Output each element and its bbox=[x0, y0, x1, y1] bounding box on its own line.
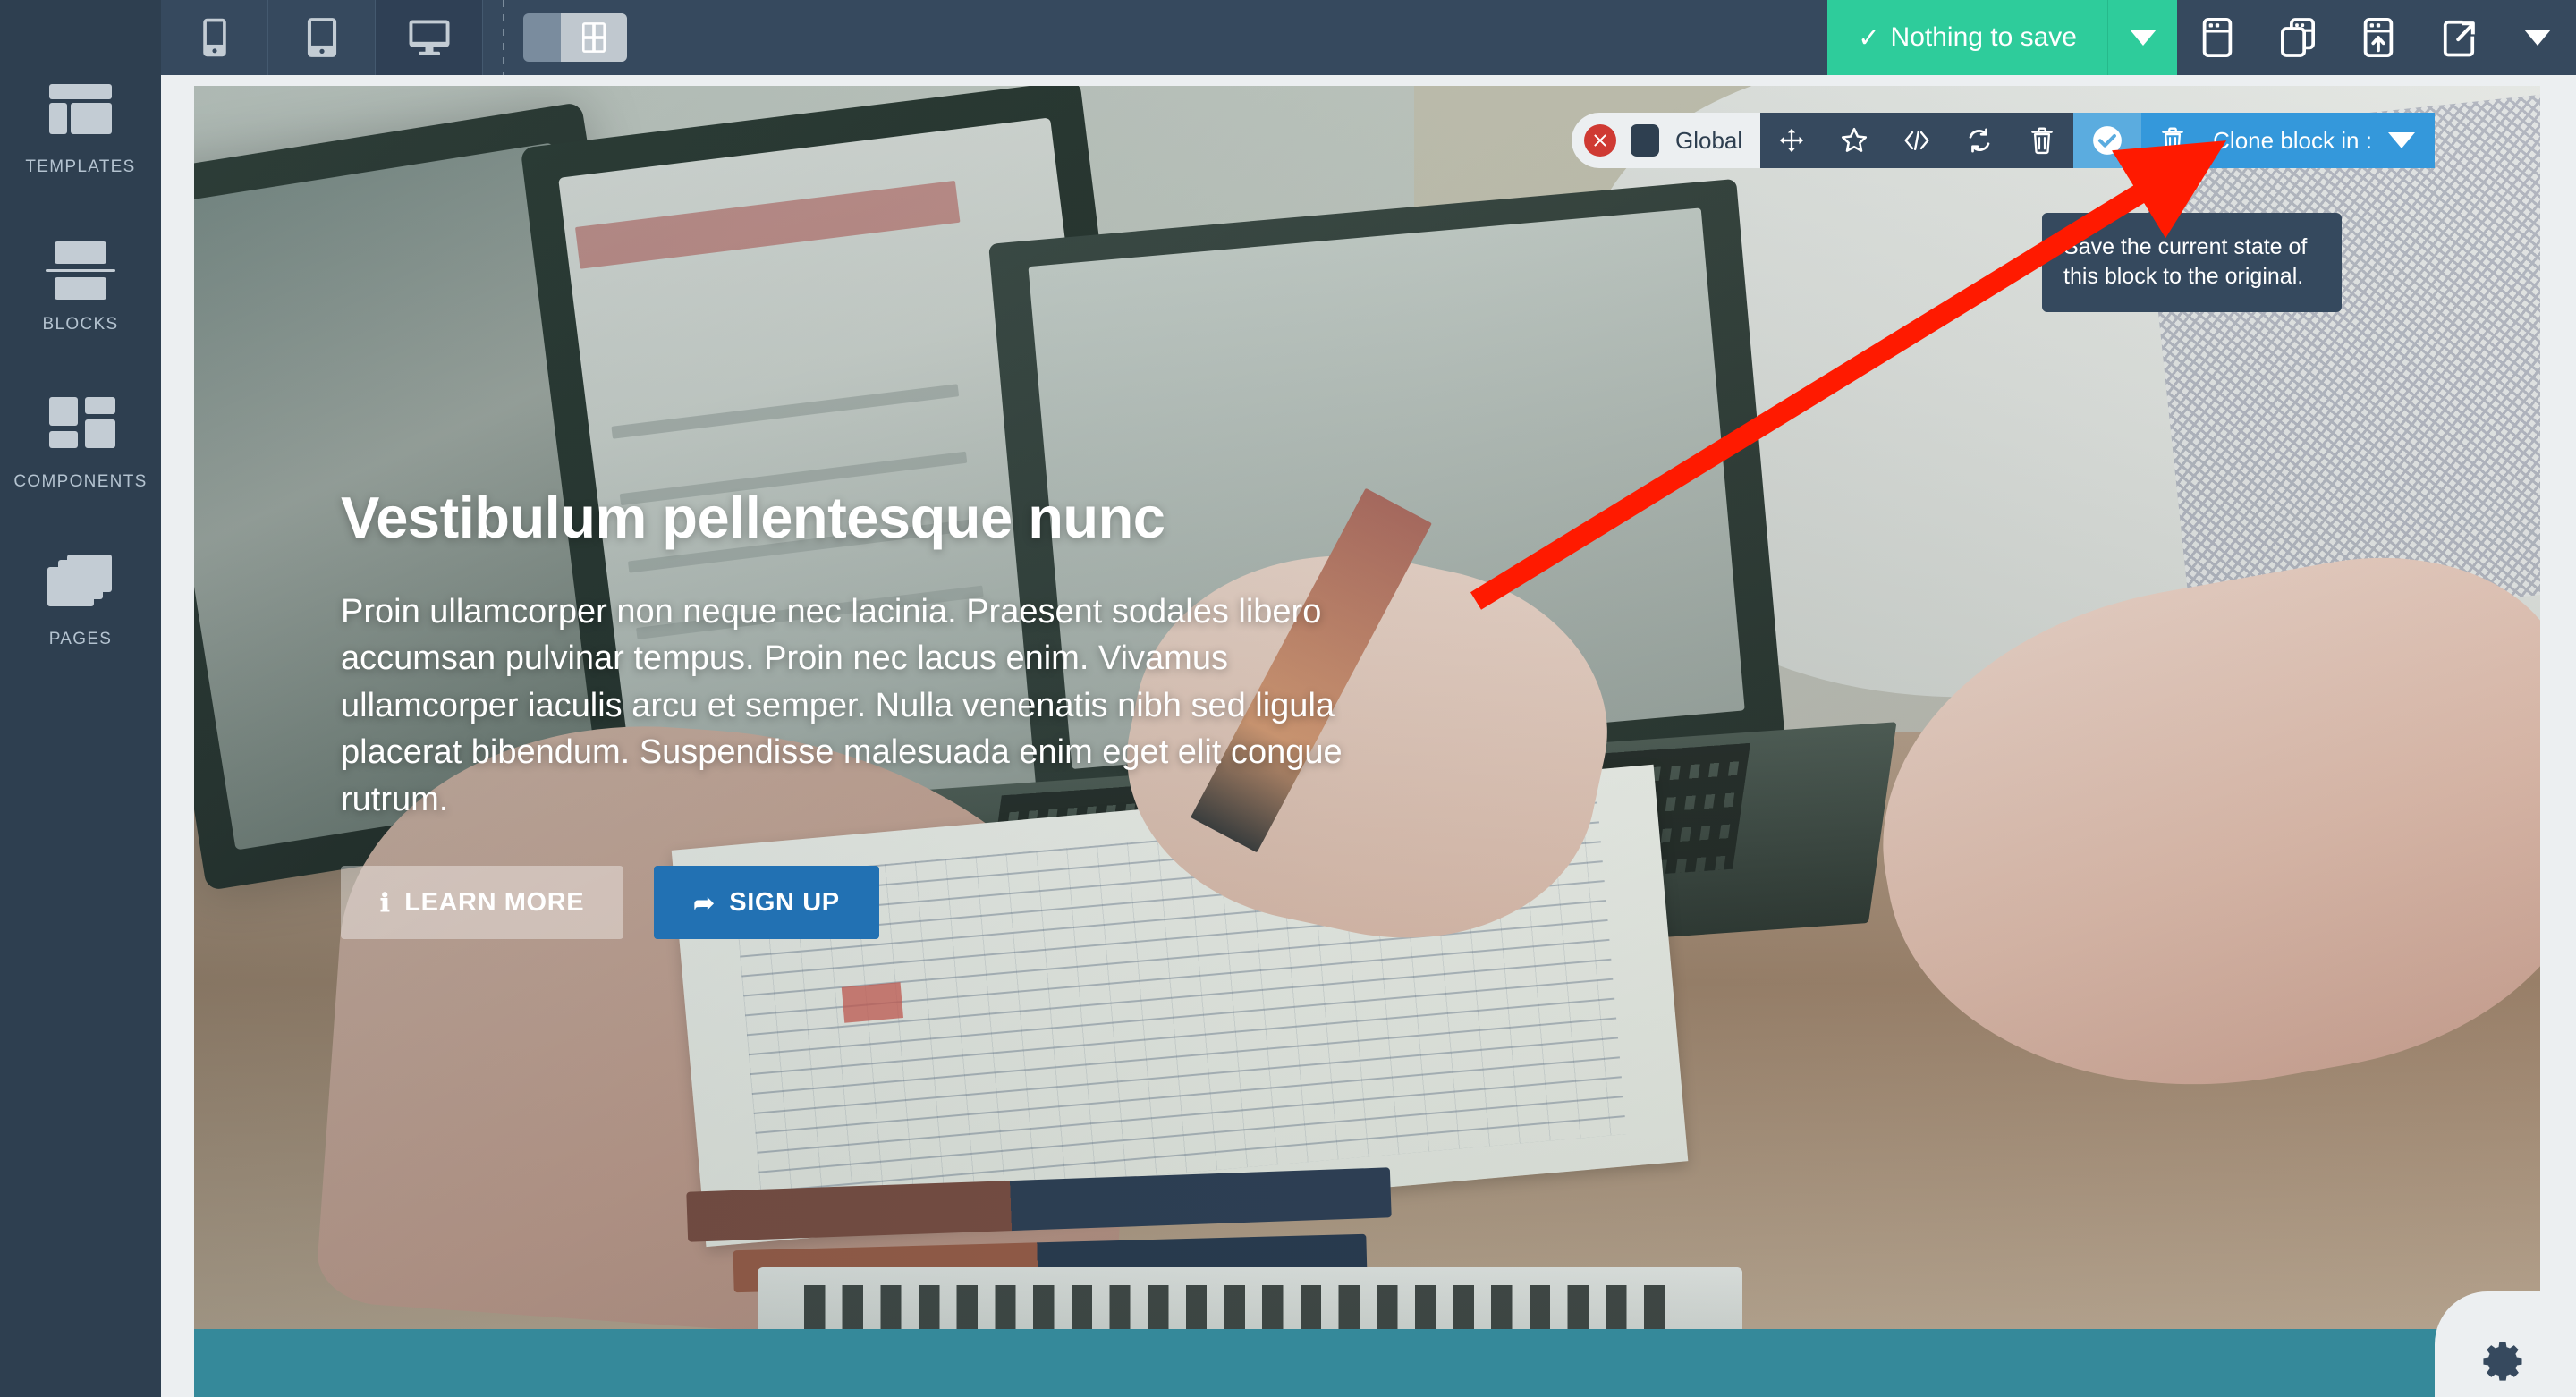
page-footer-band bbox=[194, 1329, 2540, 1397]
code-icon bbox=[1904, 130, 1929, 151]
block-toolbar: Global Clone block in: bbox=[1572, 113, 2435, 168]
sidebar-item-label: COMPONENTS bbox=[13, 472, 148, 491]
sidebar-item-label: BLOCKS bbox=[42, 315, 119, 334]
grid-toggle-off-half[interactable] bbox=[523, 13, 561, 62]
left-sidebar: TEMPLATES BLOCKS COMPONENTS PAGES bbox=[0, 0, 161, 1397]
info-icon: ℹ bbox=[380, 888, 391, 917]
save-status-button[interactable]: ✓ Nothing to save bbox=[1827, 0, 2107, 75]
duplicate-page-button[interactable] bbox=[2258, 0, 2338, 75]
app-root: TEMPLATES BLOCKS COMPONENTS PAGES ✓ Noth… bbox=[0, 0, 2576, 1397]
top-toolbar: ✓ Nothing to save bbox=[161, 0, 2576, 75]
new-page-icon bbox=[2202, 18, 2233, 57]
delete-block-button[interactable] bbox=[2011, 113, 2073, 168]
block-color-swatch[interactable] bbox=[1631, 124, 1659, 157]
chevron-down-icon bbox=[2129, 30, 2157, 46]
refresh-icon bbox=[1969, 128, 1990, 153]
edit-code-button[interactable] bbox=[1885, 113, 1948, 168]
block-scope-label: Global bbox=[1675, 126, 1743, 154]
trash-icon bbox=[2031, 127, 2053, 155]
sidebar-item-label: TEMPLATES bbox=[25, 157, 136, 176]
toolbar-divider bbox=[503, 0, 504, 75]
save-status-label: Nothing to save bbox=[1890, 22, 2077, 52]
sidebar-item-blocks[interactable]: BLOCKS bbox=[0, 236, 161, 334]
components-icon bbox=[42, 394, 119, 458]
desktop-icon bbox=[409, 20, 449, 55]
toolbar-overflow-button[interactable] bbox=[2499, 0, 2576, 75]
chevron-down-icon bbox=[2524, 30, 2551, 46]
device-mobile-button[interactable] bbox=[161, 0, 268, 75]
close-block-toolbar-button[interactable] bbox=[1584, 124, 1616, 157]
signin-icon: ➦ bbox=[693, 888, 716, 917]
sign-up-button[interactable]: ➦ SIGN UP bbox=[654, 866, 879, 940]
learn-more-button[interactable]: ℹ LEARN MORE bbox=[341, 866, 624, 940]
block-tools-group bbox=[1760, 113, 2074, 168]
grid-toggle-button[interactable] bbox=[523, 13, 627, 62]
reset-block-button[interactable] bbox=[1948, 113, 2011, 168]
save-dropdown-button[interactable] bbox=[2107, 0, 2177, 75]
clone-block-group: Clone block in : bbox=[2141, 113, 2435, 168]
tooltip: Save the current state of this block to … bbox=[2042, 199, 2342, 312]
star-icon bbox=[1842, 127, 1868, 152]
device-tablet-button[interactable] bbox=[268, 0, 376, 75]
sidebar-item-label: PAGES bbox=[48, 630, 113, 648]
chevron-down-icon[interactable] bbox=[2387, 132, 2415, 148]
settings-badge-button[interactable] bbox=[2435, 1291, 2540, 1397]
check-circle-icon bbox=[2093, 126, 2123, 155]
publish-button[interactable] bbox=[2338, 0, 2419, 75]
block-toolbar-identity: Global bbox=[1572, 113, 1761, 168]
favorite-block-button[interactable] bbox=[1823, 113, 1885, 168]
grid-icon bbox=[582, 22, 606, 53]
move-block-button[interactable] bbox=[1760, 113, 1823, 168]
preview-button[interactable] bbox=[2419, 0, 2499, 75]
duplicate-icon bbox=[2281, 18, 2315, 57]
sidebar-item-components[interactable]: COMPONENTS bbox=[0, 394, 161, 492]
blocks-icon bbox=[42, 236, 119, 301]
tablet-icon bbox=[307, 18, 336, 57]
new-page-button[interactable] bbox=[2177, 0, 2258, 75]
tooltip-text: Save the current state of this block to … bbox=[2063, 234, 2308, 290]
sign-up-label: SIGN UP bbox=[729, 887, 840, 917]
hero-buttons: ℹ LEARN MORE ➦ SIGN UP bbox=[341, 866, 1343, 940]
sidebar-item-pages[interactable]: PAGES bbox=[0, 551, 161, 649]
check-icon: ✓ bbox=[1858, 23, 1880, 53]
sidebar-item-templates[interactable]: TEMPLATES bbox=[0, 79, 161, 177]
external-link-icon bbox=[2443, 20, 2475, 57]
hero-paragraph: Proin ullamcorper non neque nec lacinia.… bbox=[341, 593, 1343, 818]
hero-title: Vestibulum pellentesque nunc bbox=[341, 485, 1165, 550]
publish-icon bbox=[2363, 18, 2394, 57]
grid-toggle-on-half[interactable] bbox=[561, 13, 627, 62]
learn-more-label: LEARN MORE bbox=[404, 887, 585, 917]
move-icon bbox=[1780, 128, 1804, 153]
trash-icon bbox=[2162, 127, 2183, 155]
close-circle-icon bbox=[1594, 134, 1606, 147]
phone-icon bbox=[202, 18, 226, 57]
device-desktop-button[interactable] bbox=[376, 0, 483, 75]
gear-icon bbox=[2483, 1342, 2522, 1381]
delete-clone-button[interactable] bbox=[2141, 113, 2204, 168]
clone-block-label: Clone block in : bbox=[2213, 126, 2372, 154]
templates-icon bbox=[42, 79, 119, 143]
save-block-state-button[interactable] bbox=[2073, 113, 2142, 168]
hero-content: Vestibulum pellentesque nunc Proin ullam… bbox=[341, 484, 1343, 940]
pages-icon bbox=[42, 551, 119, 615]
